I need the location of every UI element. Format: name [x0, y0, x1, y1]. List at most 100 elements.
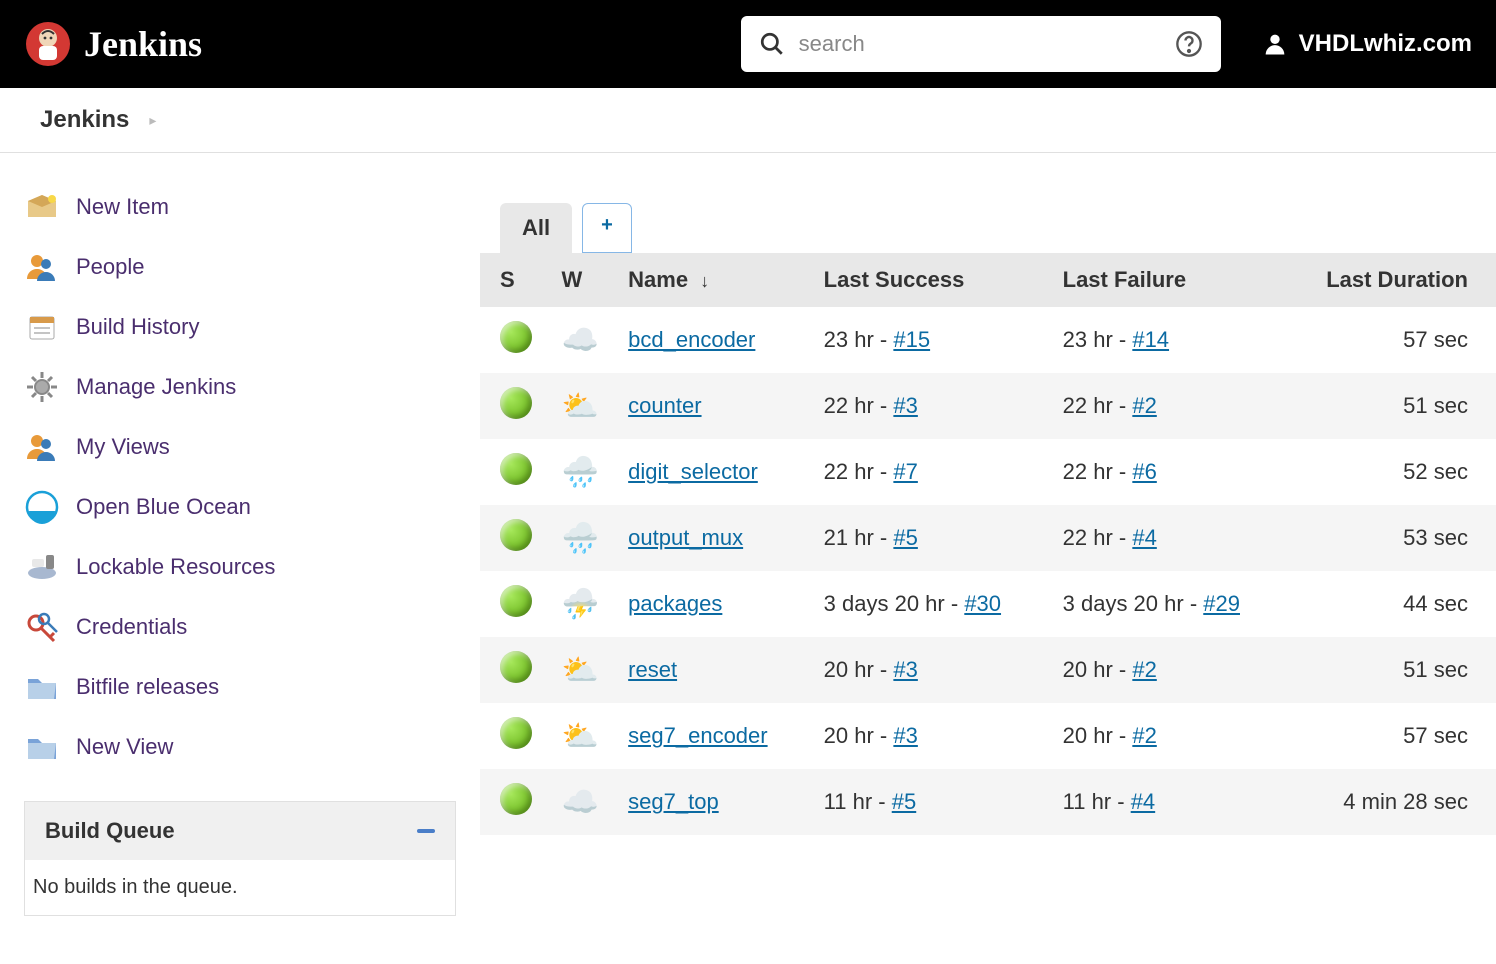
build-link[interactable]: #29: [1203, 591, 1240, 616]
user-menu[interactable]: VHDLwhiz.com: [1261, 30, 1472, 58]
build-link[interactable]: #2: [1132, 657, 1156, 682]
weather-rainy-icon: 🌧️: [562, 456, 599, 489]
help-icon[interactable]: [1175, 30, 1203, 58]
job-link[interactable]: packages: [628, 591, 722, 616]
sidebar-item-lockable-resources[interactable]: Lockable Resources: [24, 537, 456, 597]
col-header-weather[interactable]: W: [550, 253, 617, 307]
last-success-cell: 22 hr - #3: [812, 373, 1051, 439]
build-link[interactable]: #5: [892, 789, 916, 814]
search-input[interactable]: [799, 31, 1161, 57]
duration-cell: 44 sec: [1290, 571, 1496, 637]
sidebar-item-credentials[interactable]: Credentials: [24, 597, 456, 657]
weather-partly-sunny-icon: ⛅: [562, 720, 599, 753]
build-link[interactable]: #2: [1132, 393, 1156, 418]
sort-arrow-icon: ↓: [700, 271, 709, 291]
build-link[interactable]: #3: [893, 723, 917, 748]
main-content: All + S W Name ↓ Last Success Last Failu…: [480, 153, 1496, 964]
last-success-cell: 22 hr - #7: [812, 439, 1051, 505]
job-link[interactable]: bcd_encoder: [628, 327, 755, 352]
col-header-last-duration[interactable]: Last Duration: [1290, 253, 1496, 307]
build-link[interactable]: #4: [1131, 789, 1155, 814]
build-link[interactable]: #15: [893, 327, 930, 352]
view-tabs: All +: [480, 203, 1496, 253]
table-row: ☁️seg7_top11 hr - #511 hr - #44 min 28 s…: [480, 769, 1496, 835]
job-table: S W Name ↓ Last Success Last Failure Las…: [480, 253, 1496, 835]
col-header-last-success[interactable]: Last Success: [812, 253, 1051, 307]
sidebar-item-label: Credentials: [76, 614, 187, 640]
people-icon: [24, 249, 60, 285]
weather-stormy-icon: ⛈️: [562, 588, 599, 621]
table-row: ☁️bcd_encoder23 hr - #1523 hr - #1457 se…: [480, 307, 1496, 373]
breadcrumb-item-jenkins[interactable]: Jenkins: [40, 106, 129, 134]
build-link[interactable]: #2: [1132, 723, 1156, 748]
tab-add-view[interactable]: +: [582, 203, 632, 253]
build-queue-pane: Build Queue No builds in the queue.: [24, 801, 456, 916]
job-link[interactable]: reset: [628, 657, 677, 682]
sidebar-item-people[interactable]: People: [24, 237, 456, 297]
table-row: 🌧️output_mux21 hr - #522 hr - #453 sec: [480, 505, 1496, 571]
sidebar-item-label: Build History: [76, 314, 199, 340]
jenkins-logo-icon: [24, 20, 72, 68]
collapse-icon[interactable]: [417, 822, 435, 840]
sidebar-item-label: Lockable Resources: [76, 554, 275, 580]
sidebar-item-my-views[interactable]: My Views: [24, 417, 456, 477]
logo-area[interactable]: Jenkins: [24, 20, 202, 68]
status-ball-icon: [500, 651, 532, 683]
lockable-resources-icon: [24, 549, 60, 585]
build-queue-body: No builds in the queue.: [25, 860, 455, 915]
user-name-label: VHDLwhiz.com: [1299, 30, 1472, 58]
build-link[interactable]: #14: [1132, 327, 1169, 352]
sidebar-item-label: Manage Jenkins: [76, 374, 236, 400]
status-ball-icon: [500, 453, 532, 485]
last-success-cell: 20 hr - #3: [812, 637, 1051, 703]
manage-jenkins-icon: [24, 369, 60, 405]
sidebar-item-build-history[interactable]: Build History: [24, 297, 456, 357]
bitfile-releases-icon: [24, 669, 60, 705]
weather-rainy-icon: 🌧️: [562, 522, 599, 555]
job-link[interactable]: seg7_encoder: [628, 723, 767, 748]
search-box[interactable]: [741, 16, 1221, 72]
weather-cloudy-icon: ☁️: [562, 324, 599, 357]
last-success-cell: 3 days 20 hr - #30: [812, 571, 1051, 637]
status-ball-icon: [500, 519, 532, 551]
last-failure-cell: 23 hr - #14: [1051, 307, 1290, 373]
sidebar-item-open-blue-ocean[interactable]: Open Blue Ocean: [24, 477, 456, 537]
search-icon: [759, 31, 785, 57]
duration-cell: 51 sec: [1290, 637, 1496, 703]
job-link[interactable]: output_mux: [628, 525, 743, 550]
last-success-cell: 23 hr - #15: [812, 307, 1051, 373]
app-title: Jenkins: [84, 23, 202, 65]
build-link[interactable]: #3: [893, 657, 917, 682]
last-failure-cell: 22 hr - #6: [1051, 439, 1290, 505]
sidebar-item-label: New View: [76, 734, 173, 760]
job-link[interactable]: seg7_top: [628, 789, 719, 814]
build-link[interactable]: #7: [893, 459, 917, 484]
sidebar: New Item People Build History Manage Jenkin…: [0, 153, 480, 964]
job-link[interactable]: counter: [628, 393, 701, 418]
build-link[interactable]: #30: [964, 591, 1001, 616]
sidebar-item-new-view[interactable]: New View: [24, 717, 456, 777]
sidebar-item-manage-jenkins[interactable]: Manage Jenkins: [24, 357, 456, 417]
duration-cell: 53 sec: [1290, 505, 1496, 571]
col-header-status[interactable]: S: [480, 253, 550, 307]
open-blue-ocean-icon: [24, 489, 60, 525]
build-link[interactable]: #6: [1132, 459, 1156, 484]
build-link[interactable]: #5: [893, 525, 917, 550]
sidebar-item-bitfile-releases[interactable]: Bitfile releases: [24, 657, 456, 717]
build-queue-header[interactable]: Build Queue: [25, 802, 455, 860]
sidebar-item-new-item[interactable]: New Item: [24, 177, 456, 237]
credentials-icon: [24, 609, 60, 645]
tab-all[interactable]: All: [500, 203, 572, 253]
weather-partly-sunny-icon: ⛅: [562, 654, 599, 687]
col-header-last-failure[interactable]: Last Failure: [1051, 253, 1290, 307]
sidebar-item-label: New Item: [76, 194, 169, 220]
col-header-name[interactable]: Name ↓: [616, 253, 812, 307]
page-header: Jenkins VHDLwhiz.com: [0, 0, 1496, 88]
my-views-icon: [24, 429, 60, 465]
job-link[interactable]: digit_selector: [628, 459, 758, 484]
duration-cell: 52 sec: [1290, 439, 1496, 505]
last-failure-cell: 22 hr - #4: [1051, 505, 1290, 571]
build-link[interactable]: #3: [893, 393, 917, 418]
last-success-cell: 20 hr - #3: [812, 703, 1051, 769]
build-link[interactable]: #4: [1132, 525, 1156, 550]
